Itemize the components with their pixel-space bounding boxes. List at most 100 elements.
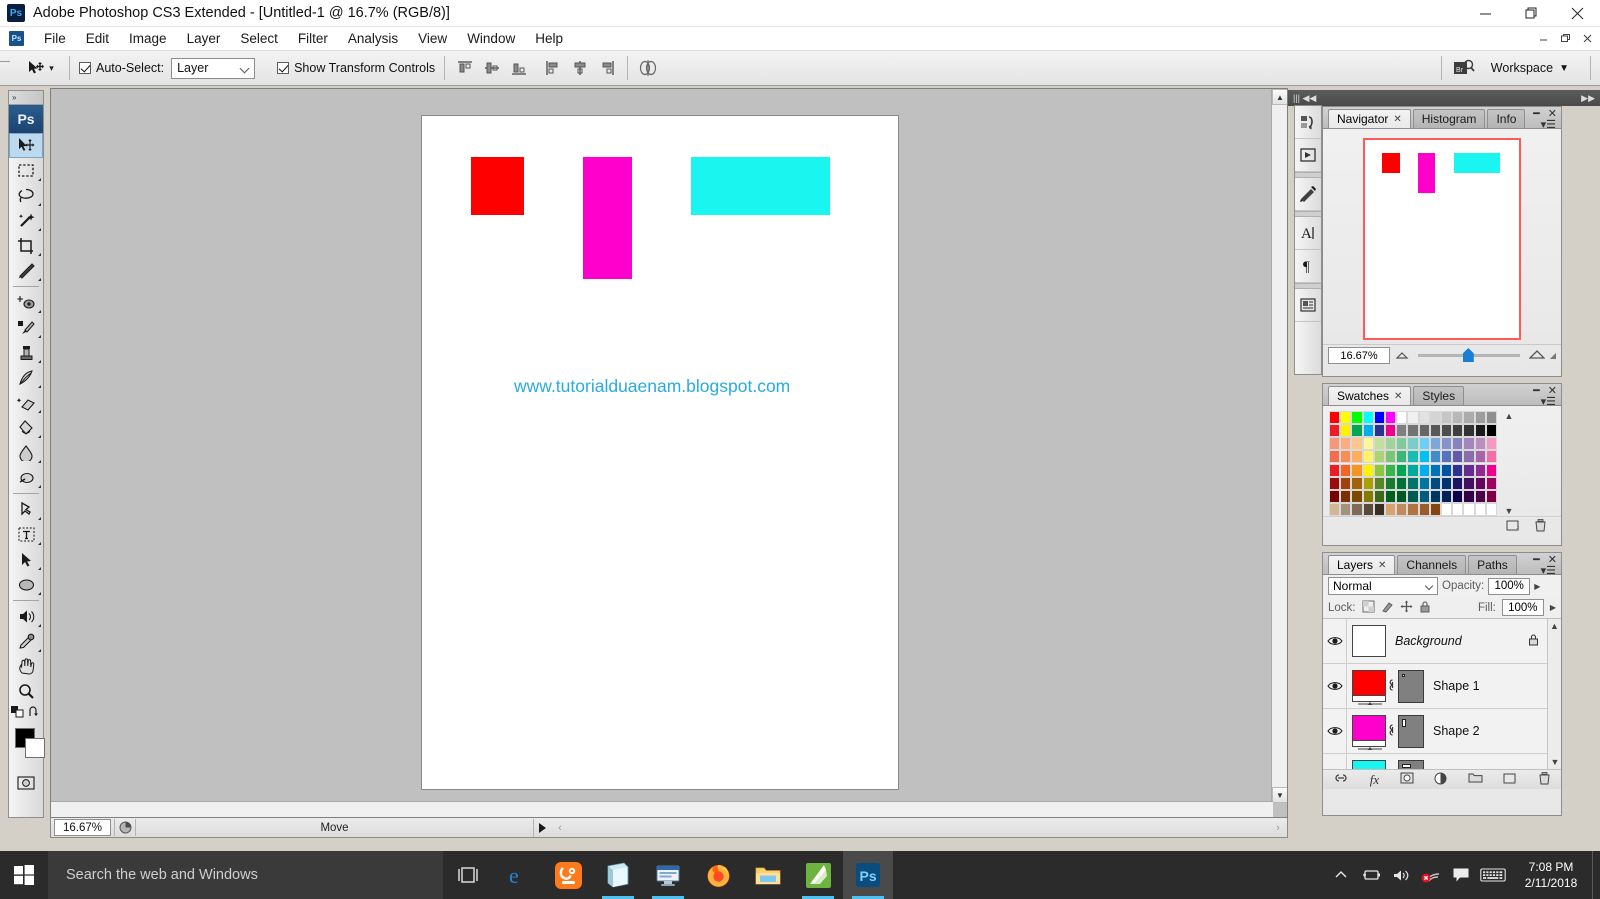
image-canvas[interactable]: www.tutorialduaenam.blogspot.com (421, 115, 899, 790)
menu-help[interactable]: Help (525, 29, 573, 48)
swatch-cell[interactable] (1351, 437, 1363, 451)
history-panel-icon[interactable] (1295, 106, 1321, 139)
layer-row[interactable]: Shape 2 (1323, 708, 1561, 754)
swatch-cell[interactable] (1452, 502, 1464, 516)
swatch-cell[interactable] (1351, 450, 1363, 464)
character-panel-icon[interactable]: A (1295, 217, 1321, 250)
swatches-grid[interactable] (1329, 411, 1497, 516)
panel-menu-icon[interactable]: ▾☰ (1541, 118, 1556, 131)
layer-vector-mask-thumbnail[interactable] (1398, 759, 1424, 769)
swatch-cell[interactable] (1463, 476, 1475, 490)
show-transform-controls-group[interactable]: Show Transform Controls (277, 61, 435, 75)
tab-channels[interactable]: Channels (1397, 555, 1467, 574)
ellipse-shape-tool[interactable] (9, 572, 43, 597)
swatch-cell[interactable] (1384, 463, 1397, 477)
menu-analysis[interactable]: Analysis (338, 29, 408, 48)
swatch-cell[interactable] (1373, 489, 1385, 503)
swatch-cell[interactable] (1396, 489, 1408, 503)
swatch-cell[interactable] (1474, 502, 1486, 516)
auto-select-checkbox-group[interactable]: Auto-Select: (79, 61, 164, 75)
crop-tool[interactable] (9, 233, 43, 258)
minimize-button[interactable] (1462, 0, 1508, 27)
blend-mode-dropdown[interactable]: Normal (1328, 577, 1438, 595)
layer-visibility-eye-icon[interactable] (1323, 663, 1347, 709)
dock-collapse-left-icon[interactable]: ||| ◀◀ (1293, 93, 1316, 104)
horizontal-type-tool[interactable] (9, 522, 43, 547)
dodge-tool[interactable] (9, 465, 43, 490)
lock-transparent-pixels-icon[interactable] (1362, 600, 1375, 616)
scroll-up-arrow[interactable]: ▲ (1505, 411, 1514, 421)
swatch-cell[interactable] (1373, 437, 1385, 451)
uc-browser-icon[interactable] (543, 851, 593, 899)
swatch-cell[interactable] (1362, 411, 1374, 424)
swatch-cell[interactable] (1329, 424, 1341, 438)
tab-paths[interactable]: Paths (1468, 555, 1517, 574)
swatch-cell[interactable] (1485, 437, 1497, 451)
fill-stepper-icon[interactable]: ▶ (1550, 603, 1556, 612)
swatch-cell[interactable] (1373, 411, 1385, 424)
align-horizontal-centers-icon[interactable] (569, 57, 591, 79)
status-scroll-right-icon[interactable]: › (1269, 822, 1287, 834)
layer-mask-link-icon[interactable] (1386, 677, 1398, 696)
swatch-cell[interactable] (1384, 476, 1397, 490)
close-icon[interactable]: ✕ (1393, 114, 1401, 125)
swatch-cell[interactable] (1452, 437, 1464, 451)
lock-all-icon[interactable] (1419, 600, 1431, 616)
touch-keyboard-icon[interactable] (1476, 851, 1510, 899)
layer-visibility-eye-icon[interactable] (1323, 619, 1347, 664)
swatch-cell[interactable] (1384, 411, 1397, 424)
swatch-cell[interactable] (1474, 450, 1486, 464)
tool-presets-panel-icon[interactable] (1295, 178, 1321, 211)
maximize-restore-button[interactable] (1508, 0, 1554, 27)
current-tool-preview[interactable]: ▾ (20, 55, 60, 81)
close-button[interactable] (1554, 0, 1600, 27)
swatch-cell[interactable] (1373, 463, 1385, 477)
network-error-icon[interactable] (1416, 851, 1446, 899)
menu-file[interactable]: File (34, 29, 76, 48)
swatch-cell[interactable] (1373, 424, 1385, 438)
swatch-cell[interactable] (1452, 489, 1464, 503)
swap-colors-icon[interactable] (28, 705, 42, 719)
swatch-cell[interactable] (1474, 489, 1486, 503)
layer-name[interactable]: Background (1395, 634, 1462, 648)
swatch-cell[interactable] (1485, 411, 1497, 424)
background-color-swatch[interactable] (25, 738, 45, 758)
tab-layers[interactable]: Layers ✕ (1328, 555, 1396, 574)
status-play-button[interactable] (533, 818, 551, 837)
auto-align-layers-icon[interactable] (637, 57, 659, 79)
auto-select-dropdown[interactable]: Layer (171, 57, 256, 79)
swatch-cell[interactable] (1474, 411, 1486, 424)
swatch-cell[interactable] (1440, 424, 1453, 438)
paragraph-panel-icon[interactable]: ¶ (1295, 250, 1321, 283)
swatch-cell[interactable] (1440, 450, 1453, 464)
navigator-zoom-field[interactable]: 16.67% (1328, 347, 1390, 364)
swatch-cell[interactable] (1362, 489, 1374, 503)
zoom-in-icon[interactable] (1528, 349, 1546, 363)
swatch-cell[interactable] (1429, 424, 1441, 438)
swatch-cell[interactable] (1329, 450, 1341, 464)
fill-field[interactable]: 100% (1501, 599, 1544, 616)
swatch-cell[interactable] (1351, 463, 1363, 477)
swatch-cell[interactable] (1384, 437, 1397, 451)
swatch-cell[interactable] (1485, 463, 1497, 477)
swatch-cell[interactable] (1485, 424, 1497, 438)
swatch-cell[interactable] (1485, 476, 1497, 490)
tab-swatches[interactable]: Swatches ✕ (1328, 386, 1412, 405)
swatch-cell[interactable] (1485, 489, 1497, 503)
close-icon[interactable]: ✕ (1394, 391, 1402, 402)
swatches-scrollbar[interactable]: ▲ ▼ (1501, 411, 1517, 516)
auto-select-checkbox[interactable] (79, 62, 91, 74)
microsoft-edge-icon[interactable]: e (493, 851, 543, 899)
panel-menu-icon[interactable]: ▾☰ (1541, 564, 1556, 577)
swatch-cell[interactable] (1351, 489, 1363, 503)
swatch-cell[interactable] (1463, 437, 1475, 451)
document-info-icon[interactable] (114, 819, 136, 836)
task-view-icon[interactable] (443, 851, 493, 899)
canvas-vertical-scrollbar[interactable]: ▲ ▼ (1271, 89, 1287, 803)
swatch-cell[interactable] (1340, 489, 1352, 503)
swatch-cell[interactable] (1340, 411, 1352, 424)
search-input[interactable]: Search the web and Windows (48, 851, 443, 899)
layer-vector-mask-thumbnail[interactable] (1398, 669, 1424, 703)
swatch-cell[interactable] (1340, 437, 1352, 451)
swatch-cell[interactable] (1351, 476, 1363, 490)
